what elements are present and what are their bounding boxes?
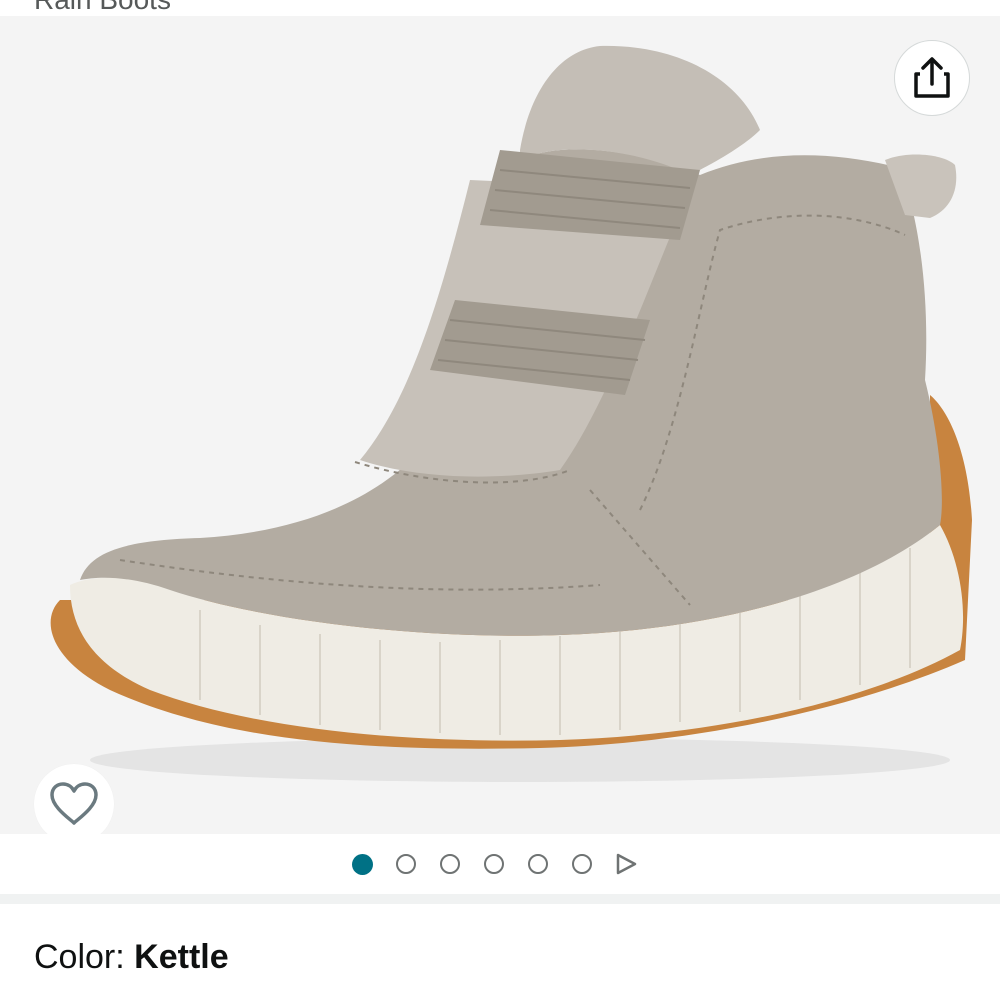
- color-selection-row: Color: Kettle: [34, 936, 229, 978]
- breadcrumb[interactable]: Rain Boots: [34, 0, 171, 16]
- pager-dot-3[interactable]: [440, 854, 460, 874]
- pager-dot-1[interactable]: [352, 854, 373, 875]
- pager-dot-2[interactable]: [396, 854, 416, 874]
- header-strip: Rain Boots: [0, 0, 1000, 16]
- share-icon: [914, 57, 950, 98]
- pager-dot-4[interactable]: [484, 854, 504, 874]
- pager-dot-6[interactable]: [572, 854, 592, 874]
- pager-dot-5[interactable]: [528, 854, 548, 874]
- product-image[interactable]: [0, 16, 1000, 834]
- color-value: Kettle: [134, 938, 229, 976]
- wishlist-button[interactable]: [34, 764, 114, 844]
- play-triangle-icon: [616, 853, 637, 875]
- heart-outline-icon: [50, 782, 98, 825]
- pager-next-button[interactable]: [614, 852, 638, 881]
- share-button[interactable]: [894, 40, 970, 116]
- section-divider: [0, 894, 1000, 904]
- product-image-area[interactable]: [0, 16, 1000, 844]
- color-label: Color:: [34, 938, 125, 976]
